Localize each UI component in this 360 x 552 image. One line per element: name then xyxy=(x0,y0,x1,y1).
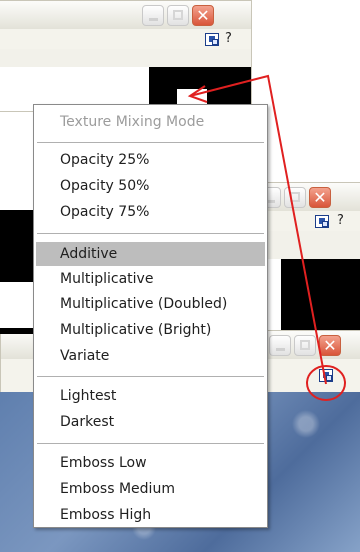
maximize-button[interactable] xyxy=(167,5,189,26)
maximize-icon xyxy=(173,10,183,20)
close-button[interactable]: ✕ xyxy=(319,335,341,356)
close-icon: ✕ xyxy=(313,188,327,207)
maximize-icon xyxy=(300,340,310,350)
menu-item-emboss-high[interactable]: Emboss High xyxy=(36,503,265,527)
menu-item-multiplicative-bright[interactable]: Multiplicative (Bright) xyxy=(36,318,265,342)
help-icon[interactable]: ? xyxy=(337,213,344,228)
menu-item-variate[interactable]: Variate xyxy=(36,344,265,368)
black-region xyxy=(0,210,33,282)
menu-item-opacity-50[interactable]: Opacity 50% xyxy=(36,174,265,198)
menu-item-emboss-medium[interactable]: Emboss Medium xyxy=(36,477,265,501)
minimize-icon xyxy=(276,348,285,351)
close-button[interactable]: ✕ xyxy=(192,5,214,26)
menu-item-opacity-25[interactable]: Opacity 25% xyxy=(36,148,265,172)
help-icon[interactable]: ? xyxy=(225,31,232,46)
menu-title: Texture Mixing Mode xyxy=(60,114,205,130)
black-region xyxy=(0,328,33,334)
menu-item-darkest[interactable]: Darkest xyxy=(36,410,265,434)
maximize-button[interactable] xyxy=(294,335,316,356)
menu-separator xyxy=(37,376,264,377)
texture-window-1: ✕ ? xyxy=(0,0,252,112)
texture-mixing-mode-icon[interactable] xyxy=(319,369,333,382)
texture-mixing-mode-icon[interactable] xyxy=(315,215,329,228)
texture-mixing-mode-icon[interactable] xyxy=(205,33,219,46)
menu-item-additive[interactable]: Additive xyxy=(36,242,265,266)
black-region xyxy=(281,259,360,333)
close-icon: ✕ xyxy=(196,6,210,25)
minimize-button[interactable] xyxy=(142,5,164,26)
title-bar: ✕ xyxy=(0,1,251,29)
maximize-button[interactable] xyxy=(284,187,306,208)
menu-item-lightest[interactable]: Lightest xyxy=(36,384,265,408)
texture-mixing-mode-menu: Texture Mixing Mode Opacity 25% Opacity … xyxy=(33,104,268,528)
menu-item-emboss-low[interactable]: Emboss Low xyxy=(36,451,265,475)
minimize-button[interactable] xyxy=(269,335,291,356)
close-button[interactable]: ✕ xyxy=(309,187,331,208)
maximize-icon xyxy=(290,192,300,202)
minimize-icon xyxy=(149,18,158,21)
menu-item-multiplicative[interactable]: Multiplicative xyxy=(36,267,265,291)
menu-separator xyxy=(37,443,264,444)
menu-item-opacity-75[interactable]: Opacity 75% xyxy=(36,200,265,224)
close-icon: ✕ xyxy=(323,336,337,355)
toolbar: ? xyxy=(0,29,251,49)
menu-separator xyxy=(37,142,264,143)
menu-separator xyxy=(37,233,264,234)
menu-item-multiplicative-doubled[interactable]: Multiplicative (Doubled) xyxy=(36,292,265,316)
